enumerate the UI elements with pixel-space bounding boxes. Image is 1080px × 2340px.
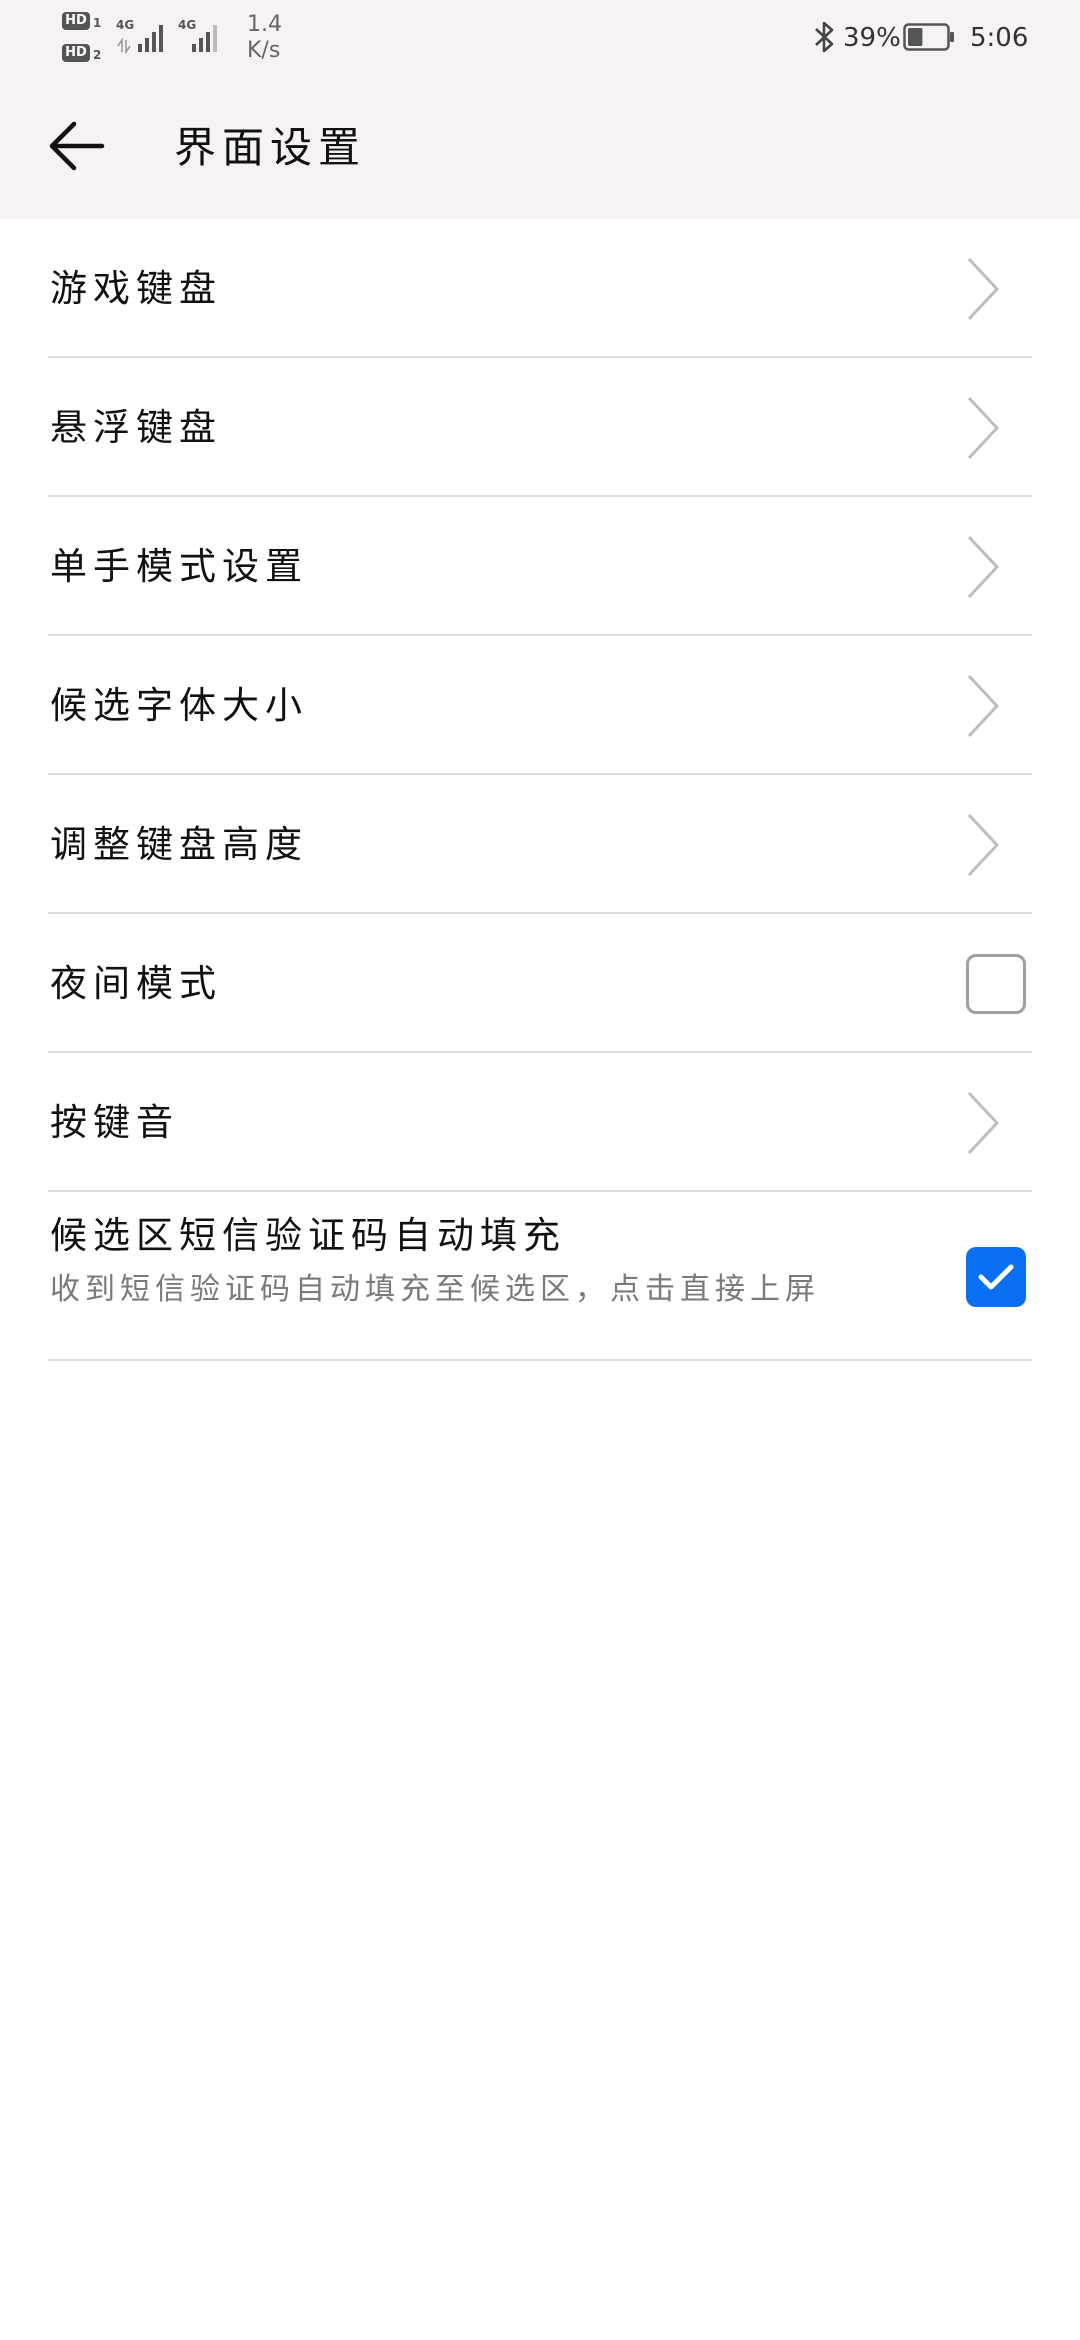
setting-description: 收到短信验证码自动填充至候选区，点击直接上屏 [50,1272,820,1307]
setting-label: 单手模式设置 [50,544,308,588]
network-speed: 1.4 K/s [247,12,307,64]
clock: 5:06 [970,23,1029,53]
page-title: 界面设置 [174,123,367,172]
sim-badges: HD 1 HD 2 [62,10,108,68]
setting-keyboard-height[interactable]: 调整键盘高度 [0,775,1080,914]
sms-code-autofill-checkbox[interactable] [966,1246,1026,1307]
arrow-left-icon [49,121,105,171]
setting-label: 候选区短信验证码自动填充 [50,1214,566,1257]
setting-label: 悬浮键盘 [50,405,222,449]
setting-key-sound[interactable]: 按键音 [0,1053,1080,1192]
setting-label: 候选字体大小 [50,683,308,727]
sim1-signal: 4G [116,18,176,54]
chevron-right-icon [967,813,999,876]
status-bar: HD 1 HD 2 4G 4G 1.4 K/s 39% 5:06 [0,0,1080,78]
sim2-index: 2 [93,48,102,62]
setting-floating-keyboard[interactable]: 悬浮键盘 [0,358,1080,497]
sim2-network-type: 4G [178,18,197,32]
setting-label: 调整键盘高度 [50,822,308,866]
chevron-right-icon [967,1091,999,1154]
chevron-right-icon [967,257,999,320]
chevron-right-icon [967,535,999,598]
setting-game-keyboard[interactable]: 游戏键盘 [0,219,1080,358]
setting-one-hand-mode[interactable]: 单手模式设置 [0,497,1080,636]
setting-label: 游戏键盘 [50,266,222,310]
setting-night-mode[interactable]: 夜间模式 [0,914,1080,1053]
back-button[interactable] [34,104,118,188]
battery-percent: 39% [843,23,901,53]
sim2-signal: 4G [178,18,238,54]
hd-badge-sim2: HD [62,44,90,62]
setting-label: 夜间模式 [50,961,222,1005]
sim1-network-type: 4G [116,18,135,32]
hd-badge-sim1: HD [62,12,90,30]
battery-fill [908,28,923,46]
setting-label: 按键音 [50,1100,179,1144]
divider [48,1359,1032,1361]
sim1-index: 1 [93,16,102,30]
checkmark-icon [978,1264,1014,1289]
bluetooth-icon [815,21,834,53]
network-speed-unit: K/s [247,38,281,63]
network-speed-value: 1.4 [247,12,282,37]
setting-candidate-font-size[interactable]: 候选字体大小 [0,636,1080,775]
settings-list: 游戏键盘 悬浮键盘 单手模式设置 候选字体大小 调整键盘高度 夜间模式 按键音 … [0,219,1080,1361]
chevron-right-icon [967,674,999,737]
night-mode-checkbox[interactable] [966,953,1026,1014]
chevron-right-icon [967,396,999,459]
battery-icon [903,23,954,51]
setting-texts: 候选区短信验证码自动填充 收到短信验证码自动填充至候选区，点击直接上屏 [50,1210,820,1310]
setting-sms-code-autofill[interactable]: 候选区短信验证码自动填充 收到短信验证码自动填充至候选区，点击直接上屏 [0,1192,1080,1361]
